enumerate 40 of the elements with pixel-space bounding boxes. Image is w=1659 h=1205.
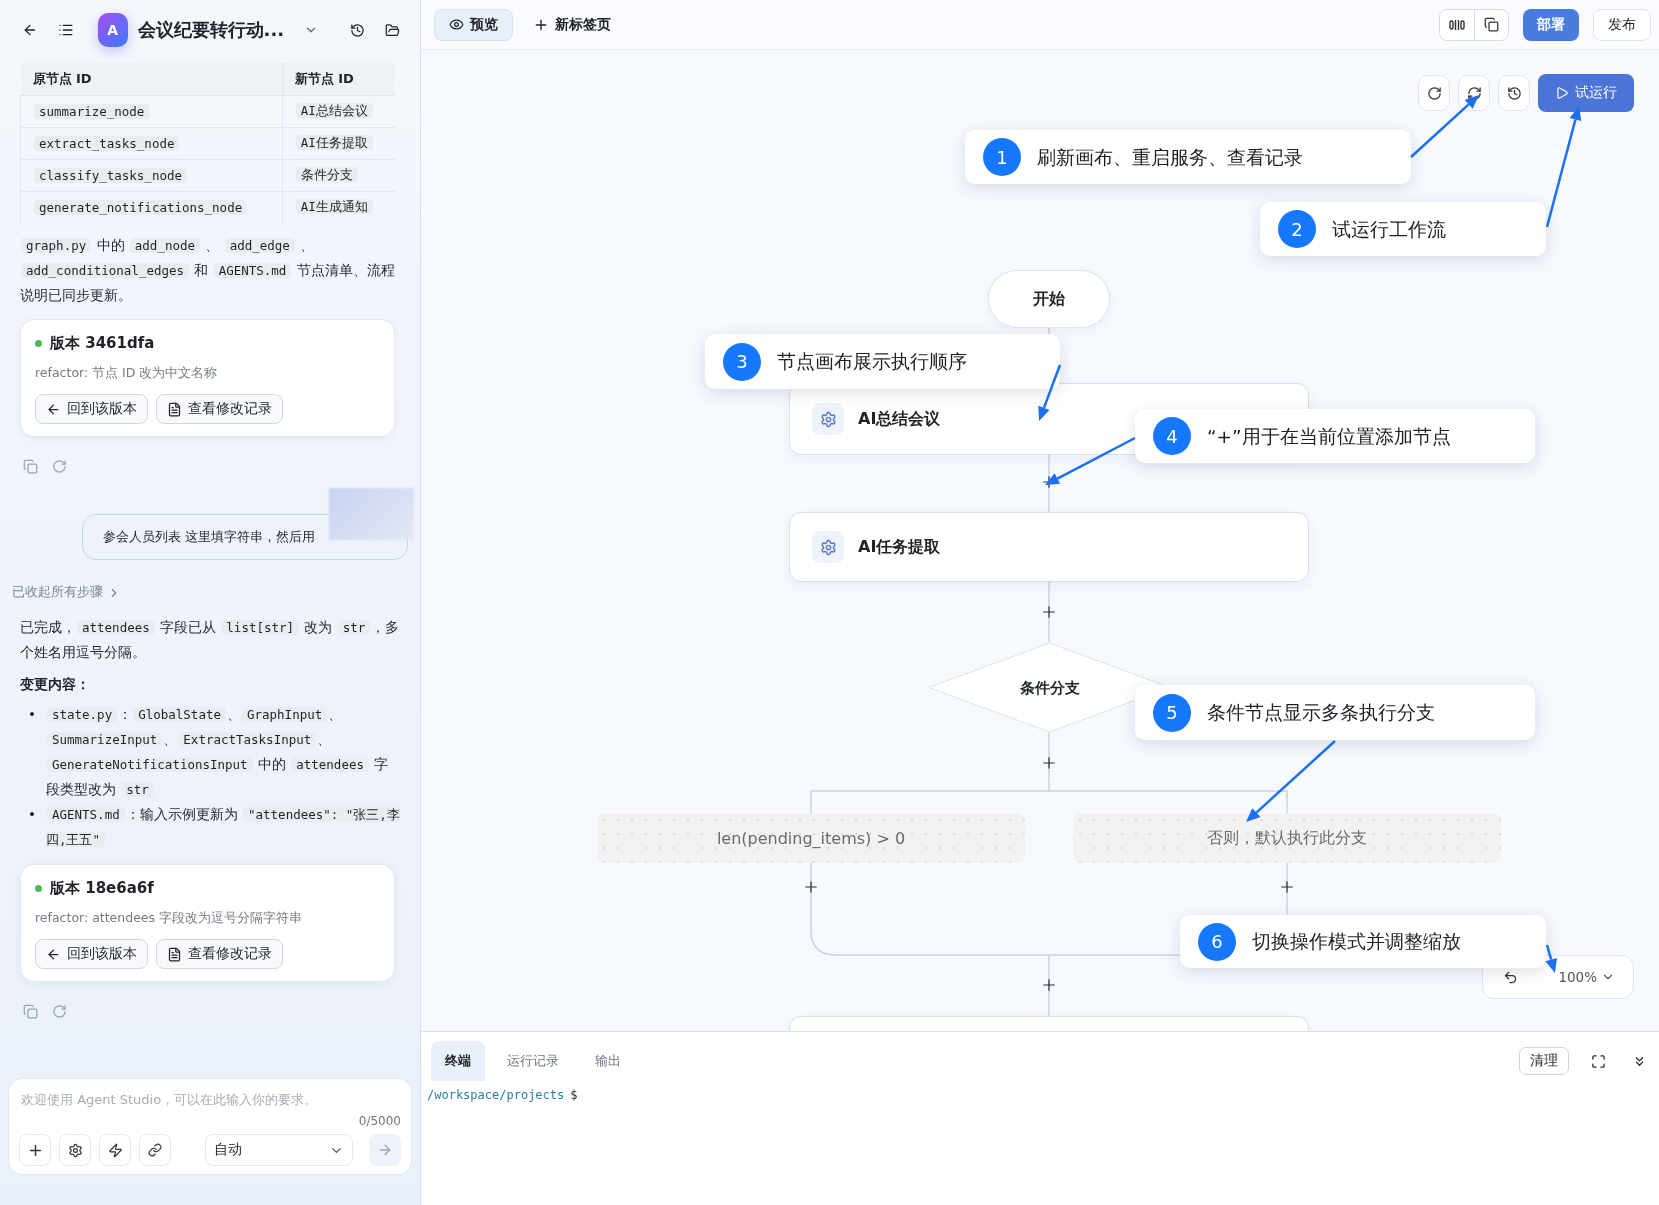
- table-cell: AI总结会议: [295, 102, 373, 118]
- terminal-prompt: $: [570, 1088, 578, 1102]
- terminal-path: /workspace/projects: [427, 1088, 565, 1102]
- node-label: AI任务提取: [858, 536, 941, 558]
- callout-text: 刷新画布、重启服务、查看记录: [1037, 145, 1303, 170]
- callout-text: 试运行工作流: [1332, 217, 1446, 242]
- version-title: 版本 3461dfa: [50, 334, 155, 353]
- commit-message: refactor: 节点 ID 改为中文名称: [35, 365, 219, 382]
- table-cell: classify_tasks_node: [34, 167, 187, 183]
- step-number: 5: [1153, 693, 1191, 732]
- step-number: 2: [1278, 210, 1316, 248]
- commit-message: refactor: attendees 字段改为逗号分隔字符串: [35, 910, 304, 927]
- node-label: 条件分支: [1019, 678, 1080, 697]
- callout-text: 节点画布展示执行顺序: [777, 350, 967, 374]
- section-heading: 变更内容：: [20, 676, 91, 694]
- bullet-text: AGENTS.md ：输入示例更新为 "attendees": "张三,李四,王五": [45, 805, 400, 849]
- step-number: 3: [723, 342, 761, 381]
- message-text: graph.py 中的 add_node 、 add_edge 、 add_conditional_edges 和 AGENTS.md 节点清单、流程说明已同步更新。: [20, 236, 396, 305]
- table-cell: summarize_node: [34, 103, 150, 119]
- callout-text: 条件节点显示多条执行分支: [1207, 701, 1435, 725]
- column-header: 原节点 ID: [20, 63, 283, 95]
- step-number: 1: [983, 138, 1021, 176]
- node-label: AI总结会议: [858, 408, 941, 430]
- table-cell: 条件分支: [295, 166, 358, 182]
- table-cell: AI任务提取: [295, 134, 373, 150]
- char-counter: 0/5000: [357, 1114, 401, 1128]
- app-logo: A: [97, 13, 128, 47]
- bullet-marker: •: [28, 705, 36, 724]
- app-title: 会议纪要转行动...: [137, 18, 285, 42]
- version-title: 版本 18e6a6f: [50, 879, 154, 898]
- table-cell: extract_tasks_node: [34, 135, 180, 151]
- table-cell: AI生成通知: [295, 198, 373, 214]
- column-header: 新节点 ID: [282, 63, 395, 95]
- callout-text: 切换操作模式并调整缩放: [1252, 930, 1461, 954]
- bullet-text: state.py ： GlobalState 、 GraphInput 、 SummarizeInput 、 ExtractTasksInput 、 GenerateNotificationsInput 中的 attendees 字段类型改为 str: [45, 705, 390, 799]
- table-cell: generate_notifications_node: [34, 199, 248, 215]
- step-number: 4: [1153, 417, 1191, 455]
- message-text: 已完成， attendees 字段已从 list[str] 改为 str ，多个姓名用逗号分隔。: [20, 618, 400, 662]
- step-number: 6: [1198, 922, 1236, 961]
- bullet-marker: •: [28, 805, 36, 824]
